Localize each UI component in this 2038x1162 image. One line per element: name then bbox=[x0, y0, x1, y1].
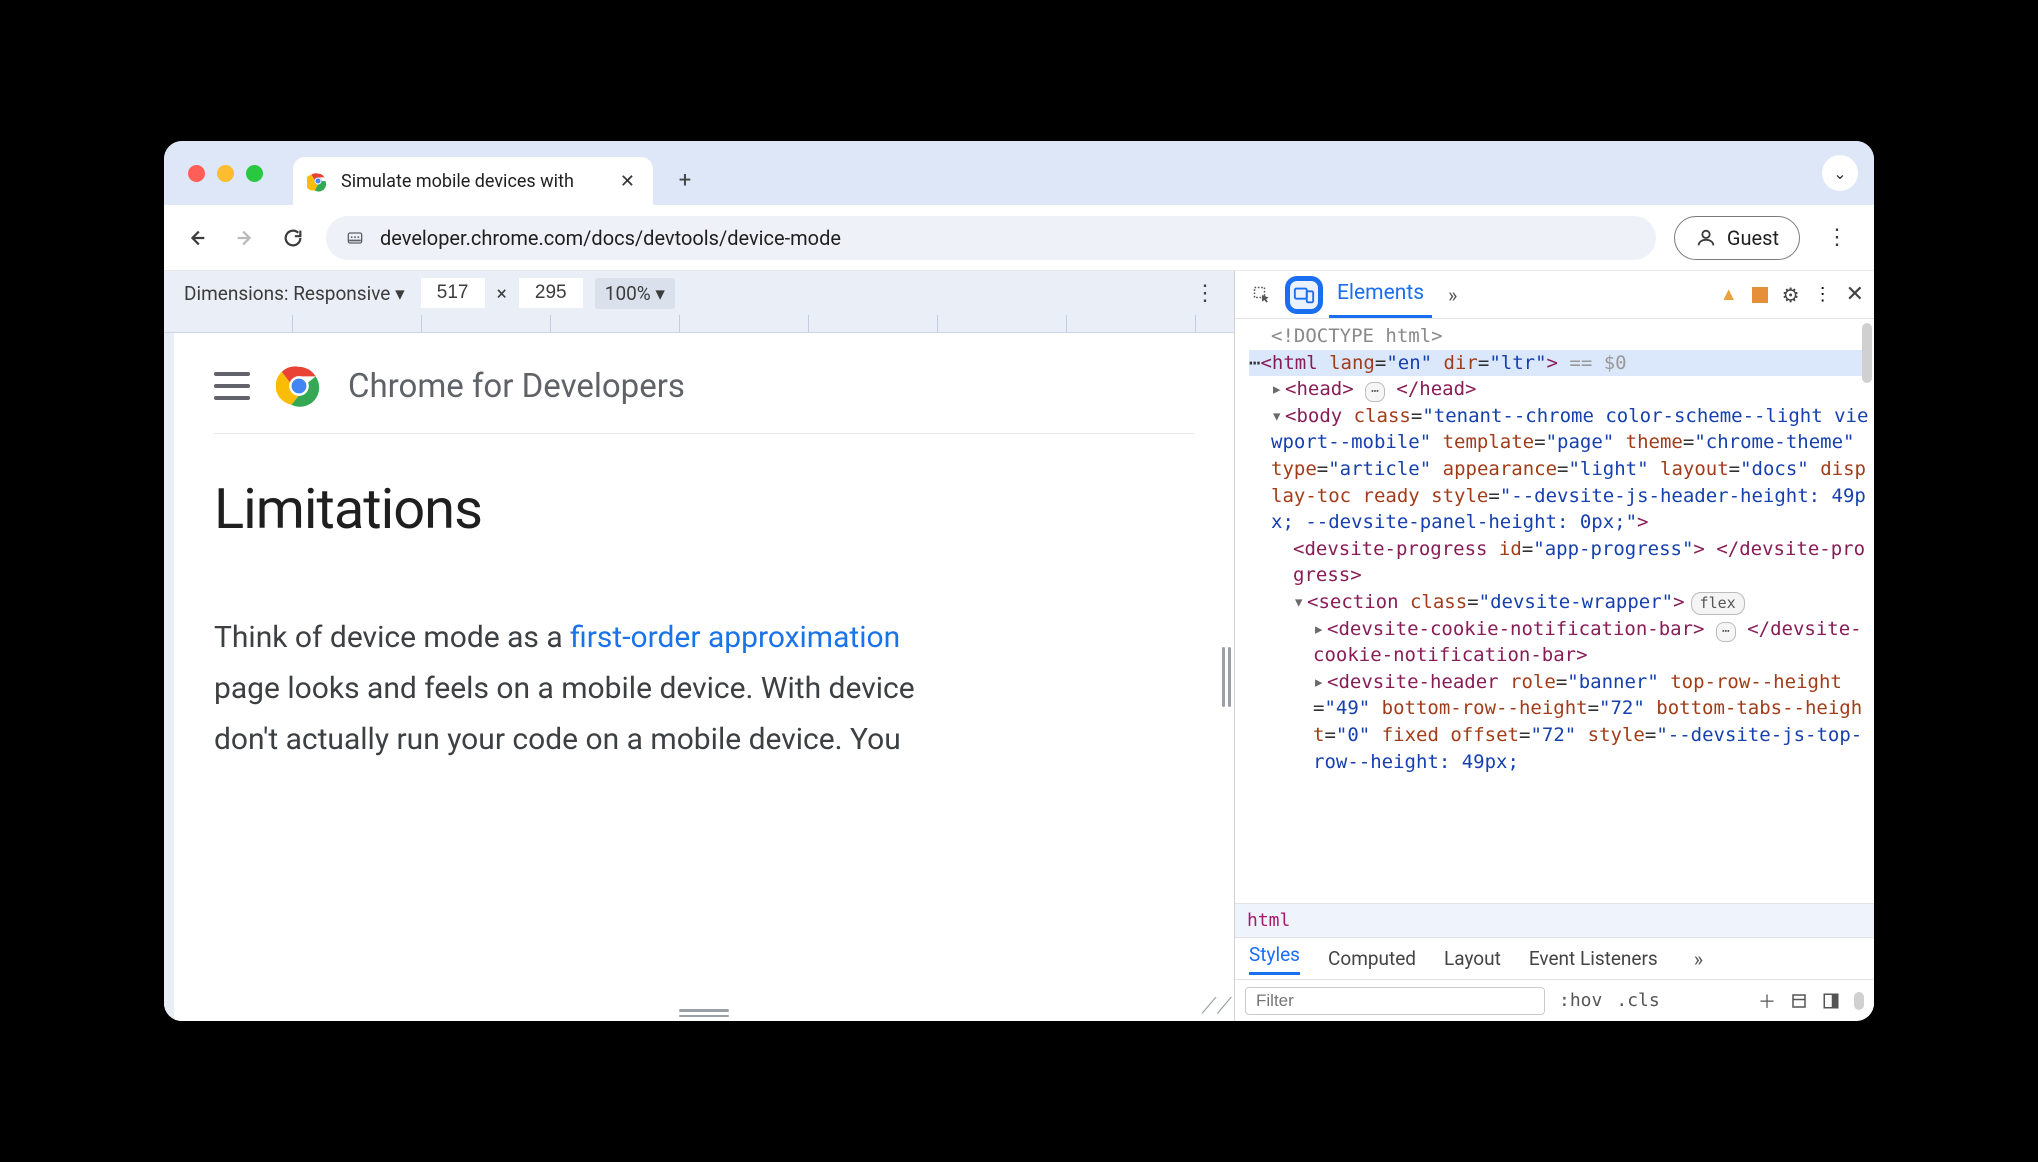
fullscreen-window-icon[interactable] bbox=[246, 165, 263, 182]
back-button[interactable] bbox=[182, 223, 212, 253]
styles-tab-layout[interactable]: Layout bbox=[1444, 947, 1501, 970]
chrome-logo-icon bbox=[276, 363, 322, 409]
resize-handle-bottom[interactable] bbox=[679, 1009, 729, 1017]
tab-search-button[interactable]: ⌄ bbox=[1822, 155, 1858, 191]
issues-icon[interactable] bbox=[1752, 287, 1768, 303]
device-toolbar-menu[interactable]: ⋮ bbox=[1194, 281, 1216, 306]
flex-badge[interactable]: flex bbox=[1691, 592, 1745, 615]
page-brand: Chrome for Developers bbox=[348, 367, 685, 406]
computed-styles-icon[interactable] bbox=[1790, 992, 1808, 1010]
vertical-dots-icon: ⋮ bbox=[1826, 225, 1848, 250]
browser-tab[interactable]: Simulate mobile devices with ✕ bbox=[293, 157, 653, 205]
cls-toggle[interactable]: .cls bbox=[1616, 990, 1659, 1011]
address-bar[interactable]: developer.chrome.com/docs/devtools/devic… bbox=[326, 216, 1656, 260]
browser-window: Simulate mobile devices with ✕ + ⌄ devel… bbox=[164, 141, 1874, 1021]
dim-separator: × bbox=[497, 282, 507, 305]
hover-toggle[interactable]: :hov bbox=[1559, 990, 1602, 1011]
styles-filter-input[interactable] bbox=[1245, 987, 1545, 1015]
warning-icon[interactable]: ▲ bbox=[1720, 284, 1738, 305]
profile-label: Guest bbox=[1727, 226, 1779, 250]
devtools-menu-button[interactable]: ⋮ bbox=[1814, 284, 1832, 305]
dom-doctype: <!DOCTYPE html> bbox=[1271, 325, 1443, 347]
viewport-frame: Chrome for Developers Limitations Think … bbox=[164, 333, 1234, 1021]
chevron-down-icon: ⌄ bbox=[1833, 164, 1846, 183]
site-settings-icon[interactable] bbox=[344, 227, 366, 249]
devices-icon bbox=[1293, 284, 1315, 306]
arrow-left-icon bbox=[186, 227, 208, 249]
devtools-tabbar: Elements » ▲ ⚙ ⋮ ✕ bbox=[1235, 271, 1874, 319]
breadcrumb-item: html bbox=[1247, 910, 1290, 931]
inspect-element-button[interactable] bbox=[1245, 278, 1279, 312]
tab-title: Simulate mobile devices with bbox=[341, 171, 604, 192]
scrollbar-thumb[interactable] bbox=[1854, 992, 1864, 1010]
body-text-1: Think of device mode as a bbox=[214, 620, 570, 655]
styles-tab-computed[interactable]: Computed bbox=[1328, 947, 1416, 970]
dimensions-dropdown[interactable]: Dimensions: Responsive ▾ bbox=[184, 282, 405, 305]
device-toolbar: Dimensions: Responsive ▾ × 100% ▾ ⋮ bbox=[164, 271, 1234, 315]
devtools-tabs-overflow[interactable]: » bbox=[1440, 283, 1465, 307]
device-mode-pane: Dimensions: Responsive ▾ × 100% ▾ ⋮ bbox=[164, 271, 1234, 1021]
toolbar: developer.chrome.com/docs/devtools/devic… bbox=[164, 205, 1874, 271]
toggle-device-toolbar-button[interactable] bbox=[1287, 278, 1321, 312]
devtools-tab-elements[interactable]: Elements bbox=[1329, 271, 1432, 318]
rendered-page[interactable]: Chrome for Developers Limitations Think … bbox=[174, 333, 1234, 1021]
person-icon bbox=[1695, 227, 1717, 249]
profile-button[interactable]: Guest bbox=[1674, 216, 1800, 260]
page-body: Think of device mode as a first-order ap… bbox=[214, 612, 1194, 765]
ruler[interactable] bbox=[164, 315, 1234, 333]
page-header: Chrome for Developers bbox=[214, 359, 1194, 434]
resize-handle-corner[interactable]: ⟋⟋ bbox=[1201, 994, 1232, 1019]
settings-icon[interactable]: ⚙ bbox=[1782, 283, 1800, 307]
dom-selected-marker: == $0 bbox=[1558, 352, 1627, 374]
forward-button[interactable] bbox=[230, 223, 260, 253]
zoom-dropdown[interactable]: 100% ▾ bbox=[595, 278, 675, 309]
arrow-right-icon bbox=[234, 227, 256, 249]
close-window-icon[interactable] bbox=[188, 165, 205, 182]
devtools-status-icons: ▲ ⚙ ⋮ ✕ bbox=[1720, 282, 1864, 307]
window-controls bbox=[188, 165, 263, 182]
content-area: Dimensions: Responsive ▾ × 100% ▾ ⋮ bbox=[164, 271, 1874, 1021]
chrome-favicon-icon bbox=[307, 170, 329, 192]
tab-strip: Simulate mobile devices with ✕ + ⌄ bbox=[164, 141, 1874, 205]
plus-icon: + bbox=[679, 168, 691, 193]
zoom-label: 100% bbox=[605, 282, 651, 305]
toggle-panel-icon[interactable] bbox=[1822, 992, 1840, 1010]
dom-tree[interactable]: <!DOCTYPE html> ⋯<html lang="en" dir="lt… bbox=[1235, 319, 1874, 903]
scrollbar-thumb[interactable] bbox=[1862, 323, 1872, 383]
dom-breadcrumb[interactable]: html bbox=[1235, 903, 1874, 937]
body-link[interactable]: first-order approximation bbox=[570, 620, 900, 655]
body-text-2: page looks and feels on a mobile device.… bbox=[214, 671, 915, 706]
devtools-panel: Elements » ▲ ⚙ ⋮ ✕ <!DOCTYPE html> ⋯<htm… bbox=[1234, 271, 1874, 1021]
dimensions-label: Dimensions: Responsive bbox=[184, 282, 390, 305]
inspect-icon bbox=[1252, 285, 1272, 305]
new-style-rule-button[interactable]: ＋ bbox=[1758, 988, 1776, 1014]
styles-tabbar: Styles Computed Layout Event Listeners » bbox=[1235, 937, 1874, 979]
browser-menu-button[interactable]: ⋮ bbox=[1818, 225, 1856, 250]
new-tab-button[interactable]: + bbox=[669, 164, 701, 196]
vertical-dots-icon: ⋮ bbox=[1194, 281, 1216, 306]
styles-toolbar: :hov .cls ＋ bbox=[1235, 979, 1874, 1021]
url-text: developer.chrome.com/docs/devtools/devic… bbox=[380, 226, 841, 250]
reload-icon bbox=[282, 227, 304, 249]
devtools-close-button[interactable]: ✕ bbox=[1846, 282, 1864, 307]
styles-tabs-overflow[interactable]: » bbox=[1686, 947, 1711, 971]
reload-button[interactable] bbox=[278, 223, 308, 253]
styles-tab-styles[interactable]: Styles bbox=[1249, 943, 1300, 975]
page-heading: Limitations bbox=[214, 476, 1194, 542]
resize-handle-right[interactable] bbox=[1222, 647, 1232, 707]
minimize-window-icon[interactable] bbox=[217, 165, 234, 182]
styles-tab-events[interactable]: Event Listeners bbox=[1529, 947, 1658, 970]
hamburger-icon[interactable] bbox=[214, 372, 250, 400]
close-tab-icon[interactable]: ✕ bbox=[616, 171, 639, 192]
width-input[interactable] bbox=[421, 278, 485, 308]
height-input[interactable] bbox=[519, 278, 583, 308]
body-text-3: don't actually run your code on a mobile… bbox=[214, 722, 901, 757]
